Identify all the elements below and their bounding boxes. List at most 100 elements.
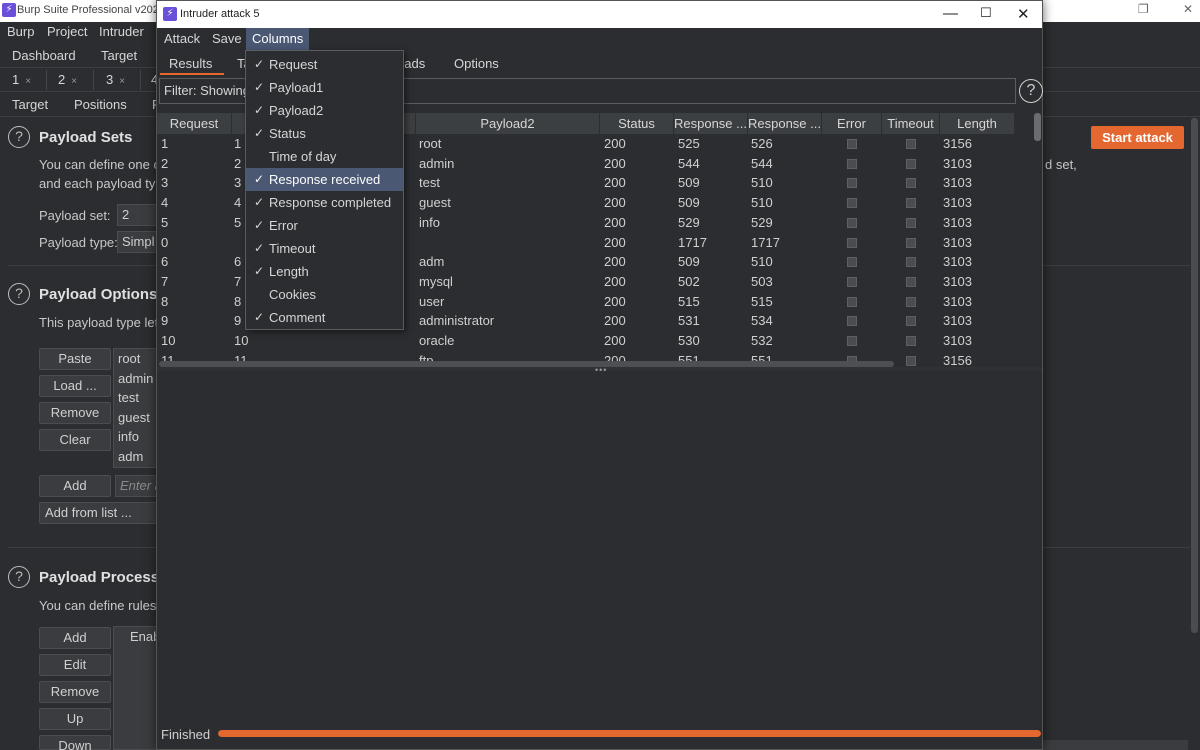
column-menu-item[interactable]: ✓ Timeout xyxy=(246,237,403,260)
add-payload-input[interactable]: Enter a xyxy=(115,475,160,497)
menu-intruder[interactable]: Intruder xyxy=(99,24,144,39)
menu-columns[interactable]: Columns xyxy=(246,28,309,50)
error-checkbox xyxy=(847,139,857,149)
payload-set-select[interactable]: 2 xyxy=(117,204,157,226)
table-cell: 3103 xyxy=(943,293,972,309)
numbered-tab-label: 1 xyxy=(12,72,20,87)
down-button[interactable]: Down xyxy=(39,735,111,750)
table-cell: 3103 xyxy=(943,333,972,348)
menu-save[interactable]: Save xyxy=(212,31,242,46)
column-menu-item[interactable]: ✓ Length xyxy=(246,260,403,283)
numbered-tab-1[interactable]: 1 × xyxy=(12,72,31,87)
column-header[interactable]: Request xyxy=(157,113,232,134)
check-icon: ✓ xyxy=(253,195,265,209)
column-menu-label: Payload2 xyxy=(269,103,324,118)
clear-button[interactable]: Clear xyxy=(39,429,111,451)
payload-type-select[interactable]: Simpl xyxy=(117,231,157,253)
column-menu-item[interactable]: ✓ Status xyxy=(246,122,403,145)
table-cell: 3103 xyxy=(943,155,972,171)
menu-burp[interactable]: Burp xyxy=(7,24,34,39)
close-tab-icon[interactable]: × xyxy=(71,76,77,87)
list-item[interactable]: info xyxy=(114,427,162,447)
help-icon[interactable]: ? xyxy=(8,566,30,588)
column-menu-label: Comment xyxy=(269,310,326,325)
add-from-list-button[interactable]: Add from list ... xyxy=(39,502,159,524)
column-menu-item[interactable]: ✓ Request xyxy=(246,53,403,76)
columns-menu: ✓ Request ✓ Payload1 ✓ Payload2 ✓ Status Time of… xyxy=(245,50,404,330)
help-icon[interactable]: ? xyxy=(8,283,30,305)
up-button[interactable]: Up xyxy=(39,708,111,730)
column-header[interactable]: Length xyxy=(940,113,1015,134)
table-cell: oracle xyxy=(419,333,455,348)
add-rule-button[interactable]: Add xyxy=(39,627,111,649)
subtab-target[interactable]: Target xyxy=(12,97,48,112)
paste-button[interactable]: Paste xyxy=(39,348,111,370)
tab-separator xyxy=(46,70,47,90)
column-menu-item[interactable]: ✓ Payload1 xyxy=(246,76,403,99)
close-icon[interactable]: ✕ xyxy=(1183,2,1193,16)
table-cell: 529 xyxy=(678,214,700,230)
help-icon[interactable]: ? xyxy=(1019,79,1043,103)
help-icon[interactable]: ? xyxy=(8,126,30,148)
table-cell: 3103 xyxy=(943,195,972,211)
check-icon: ✓ xyxy=(253,310,265,324)
subtab-positions[interactable]: Positions xyxy=(74,97,127,112)
column-header[interactable]: Response ... xyxy=(748,113,822,134)
timeout-checkbox xyxy=(906,257,916,268)
timeout-checkbox xyxy=(906,237,916,248)
remove-button[interactable]: Remove xyxy=(39,402,111,424)
table-cell: 532 xyxy=(751,333,773,348)
column-header[interactable]: Status xyxy=(600,113,674,134)
tab-options[interactable]: Options xyxy=(454,56,499,71)
column-header[interactable]: Response ... xyxy=(674,113,748,134)
tab-results[interactable]: Results xyxy=(169,56,212,71)
menu-attack[interactable]: Attack xyxy=(164,31,200,46)
list-item[interactable]: admin xyxy=(114,369,162,389)
numbered-tab-3[interactable]: 3 × xyxy=(106,72,125,87)
maximize-icon[interactable]: ☐ xyxy=(980,5,992,21)
main-window-title: Burp Suite Professional v2021.3. xyxy=(17,4,178,16)
column-menu-item[interactable]: ✓ Response completed xyxy=(246,191,403,214)
table-vertical-scrollbar[interactable] xyxy=(1034,113,1041,363)
minimize-icon[interactable]: — xyxy=(943,5,958,22)
list-item[interactable]: guest xyxy=(114,408,162,428)
payload-options-desc: This payload type let xyxy=(39,315,159,330)
column-menu-label: Cookies xyxy=(269,287,316,302)
main-vertical-scrollbar[interactable] xyxy=(1191,118,1198,633)
table-row[interactable]: 10 10 oracle 200 530 532 3103 xyxy=(157,331,1033,351)
error-checkbox xyxy=(847,237,857,248)
table-cell: 534 xyxy=(751,313,773,329)
list-item[interactable]: test xyxy=(114,388,162,408)
add-button[interactable]: Add xyxy=(39,475,111,497)
column-menu-item[interactable]: ✓ Payload2 xyxy=(246,99,403,122)
list-item[interactable]: adm xyxy=(114,447,162,467)
column-menu-item[interactable]: Time of day xyxy=(246,145,403,168)
start-attack-button[interactable]: Start attack xyxy=(1091,126,1184,149)
numbered-tab-2[interactable]: 2 × xyxy=(58,72,77,87)
close-tab-icon[interactable]: × xyxy=(25,76,31,87)
close-tab-icon[interactable]: × xyxy=(119,76,125,87)
restore-icon[interactable]: ❐ xyxy=(1138,2,1149,16)
remove-rule-button[interactable]: Remove xyxy=(39,681,111,703)
table-cell: 200 xyxy=(604,333,626,348)
column-menu-item[interactable]: ✓ Error xyxy=(246,214,403,237)
column-menu-item[interactable]: Cookies xyxy=(246,283,403,306)
menu-project[interactable]: Project xyxy=(47,24,87,39)
table-cell: 7 xyxy=(234,273,242,289)
table-cell: 200 xyxy=(604,175,626,191)
timeout-checkbox xyxy=(906,198,916,209)
column-menu-item[interactable]: ✓ Response received xyxy=(246,168,403,191)
list-item[interactable]: root xyxy=(114,349,162,369)
burp-logo-icon: ⚡ xyxy=(2,3,16,17)
close-icon[interactable]: ✕ xyxy=(1017,5,1030,23)
column-header[interactable]: Error xyxy=(822,113,882,134)
column-menu-item[interactable]: ✓ Comment xyxy=(246,306,403,329)
column-header[interactable]: Timeout xyxy=(882,113,940,134)
edit-rule-button[interactable]: Edit xyxy=(39,654,111,676)
tab-target[interactable]: Target xyxy=(101,48,137,63)
table-scroll-thumb[interactable] xyxy=(1034,113,1041,141)
table-cell: 515 xyxy=(751,293,773,309)
column-header[interactable]: Payload2 xyxy=(416,113,600,134)
tab-dashboard[interactable]: Dashboard xyxy=(12,48,76,63)
load-button[interactable]: Load ... xyxy=(39,375,111,397)
